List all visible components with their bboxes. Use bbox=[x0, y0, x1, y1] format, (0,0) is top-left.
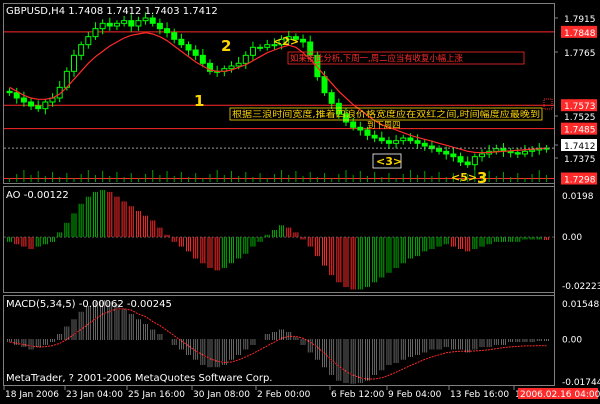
time-cursor-label: 2006.02.16 04:00 bbox=[520, 390, 600, 400]
price-tick-label: 1.7375 bbox=[564, 155, 596, 165]
candle-body[interactable] bbox=[128, 20, 135, 27]
macd-tick-label: 0.01548 bbox=[562, 300, 599, 310]
candle-body[interactable] bbox=[92, 28, 99, 38]
level-price-label: 1.7298 bbox=[564, 176, 596, 186]
candle-body[interactable] bbox=[521, 150, 528, 155]
candle-body[interactable] bbox=[529, 149, 536, 152]
level-price-label: 1.7848 bbox=[564, 29, 596, 39]
time-tick-label: 23 Jan 04:00 bbox=[66, 390, 123, 400]
candle-body[interactable] bbox=[42, 101, 49, 110]
candle-body[interactable] bbox=[20, 97, 27, 103]
candle-body[interactable] bbox=[371, 134, 378, 139]
ao-tick-label: 0.0198 bbox=[562, 192, 594, 202]
candle-body[interactable] bbox=[350, 121, 357, 128]
candle-body[interactable] bbox=[364, 129, 371, 136]
candle-body[interactable] bbox=[436, 148, 443, 152]
candle-body[interactable] bbox=[400, 137, 407, 142]
candle-body[interactable] bbox=[464, 161, 471, 166]
candle-body[interactable] bbox=[13, 92, 20, 99]
wave-label[interactable]: 3 bbox=[477, 169, 487, 187]
candle-body[interactable] bbox=[171, 32, 178, 40]
candle-body[interactable] bbox=[300, 38, 307, 43]
price-tick-label: 1.7525 bbox=[564, 113, 596, 123]
candle-body[interactable] bbox=[149, 17, 156, 24]
candle-body[interactable] bbox=[421, 142, 428, 147]
wave-label[interactable]: <3> bbox=[376, 155, 402, 168]
candle-body[interactable] bbox=[35, 105, 42, 110]
candle-body[interactable] bbox=[164, 28, 171, 34]
candle-body[interactable] bbox=[135, 20, 142, 27]
forecast-note-text: 如果按此分析,下周一,周二应当有收复小幅上涨 bbox=[290, 53, 463, 63]
candle-body[interactable] bbox=[407, 137, 414, 142]
wave-label[interactable]: 2 bbox=[221, 37, 231, 55]
candle-body[interactable] bbox=[71, 54, 77, 72]
candle-body[interactable] bbox=[443, 150, 450, 155]
time-tick-label: 13 Feb 16:00 bbox=[450, 390, 509, 400]
ao-tick-label: 0.00 bbox=[562, 233, 582, 243]
level-price-label: 1.7485 bbox=[564, 126, 596, 136]
candle-body[interactable] bbox=[328, 92, 335, 104]
candle-body[interactable] bbox=[85, 36, 92, 46]
wave-note-text-2: 到下周四 bbox=[367, 120, 401, 130]
candle-body[interactable] bbox=[385, 140, 392, 144]
price-tick-label: 1.7765 bbox=[564, 49, 596, 59]
time-tick-label: 25 Jan 16:00 bbox=[128, 390, 185, 400]
wave-label[interactable]: <5> bbox=[451, 171, 477, 184]
candle-body[interactable] bbox=[321, 76, 328, 94]
ao-label: AO -0.00122 bbox=[6, 190, 69, 201]
candle-body[interactable] bbox=[393, 140, 400, 144]
candle-body[interactable] bbox=[235, 62, 242, 67]
candle-body[interactable] bbox=[457, 156, 464, 163]
candle-body[interactable] bbox=[28, 101, 35, 107]
candle-body[interactable] bbox=[106, 22, 113, 27]
mt4-chart-window[interactable]: GBPUSD,H4 1.7408 1.7412 1.7403 1.7412 AO… bbox=[0, 0, 600, 400]
level-price-label: 1.7573 bbox=[564, 102, 596, 112]
time-tick-label: 18 Jan 2006 bbox=[5, 390, 59, 400]
candle-body[interactable] bbox=[514, 152, 521, 155]
candle-body[interactable] bbox=[471, 156, 478, 166]
macd-tick-label: -0.01744 bbox=[562, 378, 600, 388]
candle-body[interactable] bbox=[78, 44, 85, 56]
candle-body[interactable] bbox=[357, 126, 364, 131]
macd-tick-label: 0.00 bbox=[562, 335, 582, 345]
wave-label[interactable]: 1 bbox=[194, 92, 204, 110]
chart-canvas[interactable]: GBPUSD,H4 1.7408 1.7412 1.7403 1.7412 AO… bbox=[0, 0, 600, 400]
candle-body[interactable] bbox=[113, 22, 120, 27]
candle-body[interactable] bbox=[178, 38, 185, 46]
macd-label: MACD(5,34,5) -0.00062 -0.00245 bbox=[6, 299, 172, 310]
time-tick-label: 9 Feb 04:00 bbox=[388, 390, 442, 400]
candle-body[interactable] bbox=[121, 20, 128, 24]
price-header: GBPUSD,H4 1.7408 1.7412 1.7403 1.7412 bbox=[6, 6, 218, 17]
candle-body[interactable] bbox=[199, 54, 206, 64]
candle-body[interactable] bbox=[142, 17, 149, 22]
candle-body[interactable] bbox=[99, 22, 106, 30]
candle-body[interactable] bbox=[414, 140, 421, 144]
candle-body[interactable] bbox=[378, 137, 385, 142]
candle-body[interactable] bbox=[242, 54, 249, 64]
time-tick-label: 2 Feb 00:00 bbox=[257, 390, 311, 400]
candle-body[interactable] bbox=[6, 90, 13, 94]
candle-body[interactable] bbox=[257, 46, 264, 49]
price-tick-label: 1.7915 bbox=[564, 15, 596, 25]
candle-body[interactable] bbox=[479, 153, 485, 158]
candle-body[interactable] bbox=[493, 148, 500, 152]
candle-body[interactable] bbox=[185, 44, 192, 51]
candle-body[interactable] bbox=[156, 22, 163, 30]
candle-body[interactable] bbox=[450, 153, 457, 158]
copyright-text: MetaTrader, ? 2001-2006 MetaQuotes Softw… bbox=[6, 373, 272, 384]
candle-body[interactable] bbox=[228, 65, 235, 70]
candle-body[interactable] bbox=[249, 46, 256, 56]
ao-tick-label: -0.02223 bbox=[562, 282, 600, 292]
last-price-label: 1.7412 bbox=[564, 142, 596, 152]
candle-body[interactable] bbox=[192, 49, 199, 56]
wave-label[interactable]: <2> bbox=[273, 35, 299, 48]
candle-body[interactable] bbox=[507, 150, 514, 154]
wave-note-text: 根据三浪时间宽度,推着四浪价格宽度应在双红之间,时间幅度应最晚到 bbox=[232, 109, 540, 119]
time-tick-label: 6 Feb 12:00 bbox=[331, 390, 385, 400]
time-tick-label: 30 Jan 08:00 bbox=[193, 390, 250, 400]
candle-body[interactable] bbox=[264, 44, 271, 48]
